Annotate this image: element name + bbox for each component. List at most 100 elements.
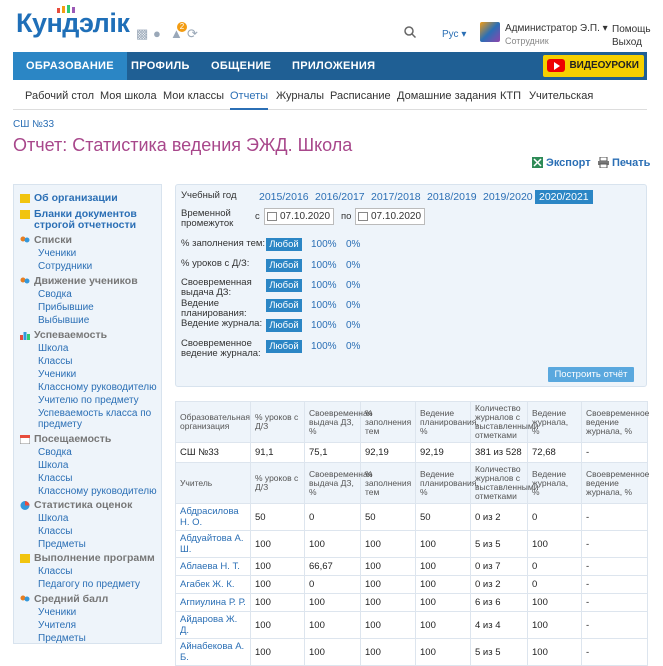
- filter-0[interactable]: 0%: [346, 260, 360, 271]
- filter-chip-any[interactable]: Любой: [266, 279, 302, 292]
- sidebar-link[interactable]: Сводка: [38, 447, 158, 458]
- video-lessons-button[interactable]: ВИДЕОУРОКИ: [543, 55, 644, 77]
- sidebar-link[interactable]: Ученики: [38, 369, 158, 380]
- sidebar-link[interactable]: Педагогу по предмету: [38, 579, 158, 590]
- sidebar-link[interactable]: Школа: [38, 343, 158, 354]
- help-link[interactable]: Помощь: [612, 24, 651, 35]
- sidebar-link[interactable]: Учителя: [38, 620, 158, 631]
- filter-100[interactable]: 100%: [311, 239, 337, 250]
- refresh-icon[interactable]: ⟳: [187, 26, 198, 42]
- subnav-teachers-room[interactable]: Учительская: [529, 90, 593, 102]
- subnav-ktp[interactable]: КТП: [500, 90, 521, 102]
- sidebar-link[interactable]: Классы: [38, 566, 158, 577]
- subnav-schedule[interactable]: Расписание: [330, 90, 391, 102]
- filter-chip-any[interactable]: Любой: [266, 299, 302, 312]
- year-option-selected[interactable]: 2020/2021: [535, 190, 593, 204]
- filter-100[interactable]: 100%: [311, 320, 337, 331]
- column-header[interactable]: % уроков с Д/З: [250, 462, 305, 504]
- teacher-link[interactable]: Абдрасилова Н. О.: [180, 506, 239, 528]
- filter-100[interactable]: 100%: [311, 341, 337, 352]
- column-header[interactable]: % заполнения тем: [360, 462, 416, 504]
- column-header[interactable]: Образовательная организация: [175, 401, 251, 443]
- date-to-input[interactable]: 07.10.2020: [355, 208, 425, 225]
- sidebar-link[interactable]: Школа: [38, 513, 158, 524]
- column-header[interactable]: Своевременная выдача ДЗ, %: [304, 462, 372, 504]
- column-header[interactable]: Своевременное ведение журнала, %: [581, 462, 649, 504]
- filter-0[interactable]: 0%: [346, 341, 360, 352]
- messages-icon[interactable]: ▩: [136, 26, 148, 42]
- column-header[interactable]: Учитель: [175, 462, 251, 504]
- sidebar-link[interactable]: Выбывшие: [38, 315, 158, 326]
- sidebar-link[interactable]: Успеваемость класса по предмету: [38, 408, 158, 430]
- sidebar-link[interactable]: Школа: [38, 460, 158, 471]
- year-option[interactable]: 2019/2020: [483, 191, 533, 203]
- sidebar-link[interactable]: Сводка: [38, 289, 158, 300]
- sidebar-link[interactable]: Классы: [38, 473, 158, 484]
- language-select[interactable]: Рус ▾: [442, 29, 466, 40]
- subnav-reports[interactable]: Отчеты: [230, 90, 269, 110]
- search-icon[interactable]: [404, 26, 416, 38]
- column-header[interactable]: Количество журналов с выставленными отме…: [470, 462, 539, 504]
- teacher-link[interactable]: Айнабекова А. Б.: [180, 641, 244, 663]
- column-header[interactable]: Ведение журнала, %: [527, 401, 582, 443]
- year-option[interactable]: 2016/2017: [315, 191, 365, 203]
- sidebar-link[interactable]: Классному руководителю: [38, 486, 158, 497]
- filter-chip-any[interactable]: Любой: [266, 238, 302, 251]
- nav-education[interactable]: ОБРАЗОВАНИЕ: [13, 52, 127, 80]
- teacher-link[interactable]: Агабек Ж. К.: [180, 579, 235, 590]
- column-header[interactable]: Ведение журнала, %: [527, 462, 582, 504]
- sidebar-link[interactable]: Классы: [38, 356, 158, 367]
- filter-100[interactable]: 100%: [311, 280, 337, 291]
- nav-communication[interactable]: ОБЩЕНИЕ: [211, 52, 271, 80]
- sidebar-link[interactable]: Ученики: [38, 607, 158, 618]
- sidebar-link[interactable]: Ученики: [38, 248, 158, 259]
- avatar[interactable]: [480, 22, 500, 42]
- column-header[interactable]: Своевременная выдача ДЗ, %: [304, 401, 372, 443]
- filter-0[interactable]: 0%: [346, 280, 360, 291]
- filter-0[interactable]: 0%: [346, 300, 360, 311]
- subnav-my-school[interactable]: Моя школа: [100, 90, 157, 102]
- column-header[interactable]: Ведение планирования, %: [415, 462, 479, 504]
- filter-0[interactable]: 0%: [346, 320, 360, 331]
- logout-link[interactable]: Выход: [612, 37, 642, 48]
- filter-100[interactable]: 100%: [311, 300, 337, 311]
- filter-chip-any[interactable]: Любой: [266, 340, 302, 353]
- column-header[interactable]: Своевременное ведение журнала, %: [581, 401, 649, 443]
- teacher-link[interactable]: Айдарова Ж. Д.: [180, 614, 237, 636]
- sidebar-link[interactable]: Прибывшие: [38, 302, 158, 313]
- print-button[interactable]: Печать: [598, 157, 650, 169]
- filter-100[interactable]: 100%: [311, 260, 337, 271]
- breadcrumb[interactable]: СШ №33: [13, 119, 54, 130]
- column-header[interactable]: % заполнения тем: [360, 401, 416, 443]
- subnav-homework[interactable]: Домашние задания: [397, 90, 496, 102]
- nav-apps[interactable]: ПРИЛОЖЕНИЯ: [292, 52, 375, 80]
- sidebar-link[interactable]: Сотрудники: [38, 261, 158, 272]
- sidebar-link[interactable]: Классному руководителю: [38, 382, 158, 393]
- year-option[interactable]: 2018/2019: [427, 191, 477, 203]
- subnav-desktop[interactable]: Рабочий стол: [25, 90, 94, 102]
- filter-0[interactable]: 0%: [346, 239, 360, 250]
- sidebar-link[interactable]: Учителю по предмету: [38, 395, 158, 406]
- user-menu[interactable]: Администратор Э.П. ▾: [505, 23, 608, 34]
- sidebar-link[interactable]: Предметы: [38, 539, 158, 550]
- subnav-journals[interactable]: Журналы: [276, 90, 324, 102]
- user-icon[interactable]: ●: [153, 26, 161, 41]
- column-header[interactable]: Ведение планирования, %: [415, 401, 479, 443]
- sidebar-link[interactable]: Предметы: [38, 633, 158, 644]
- filter-chip-any[interactable]: Любой: [266, 259, 302, 272]
- export-button[interactable]: Экспорт: [532, 157, 591, 169]
- teacher-link[interactable]: Абдуайтова А. Ш.: [180, 533, 244, 555]
- sidebar-org[interactable]: Об организации: [20, 193, 160, 204]
- year-option[interactable]: 2017/2018: [371, 191, 421, 203]
- filter-chip-any[interactable]: Любой: [266, 319, 302, 332]
- nav-profile[interactable]: ПРОФИЛЬ: [131, 52, 190, 80]
- teacher-link[interactable]: Аблаева Н. Т.: [180, 561, 240, 572]
- sidebar-forms[interactable]: Бланки документов строгой отчетности: [20, 209, 160, 231]
- teacher-link[interactable]: Агпиулина Р. Р.: [180, 597, 246, 608]
- column-header[interactable]: Количество журналов с выставленными отме…: [470, 401, 539, 443]
- sidebar-link[interactable]: Классы: [38, 526, 158, 537]
- column-header[interactable]: % уроков с Д/З: [250, 401, 305, 443]
- date-from-input[interactable]: 07.10.2020: [264, 208, 334, 225]
- build-report-button[interactable]: Построить отчёт: [548, 367, 634, 382]
- year-option[interactable]: 2015/2016: [259, 191, 309, 203]
